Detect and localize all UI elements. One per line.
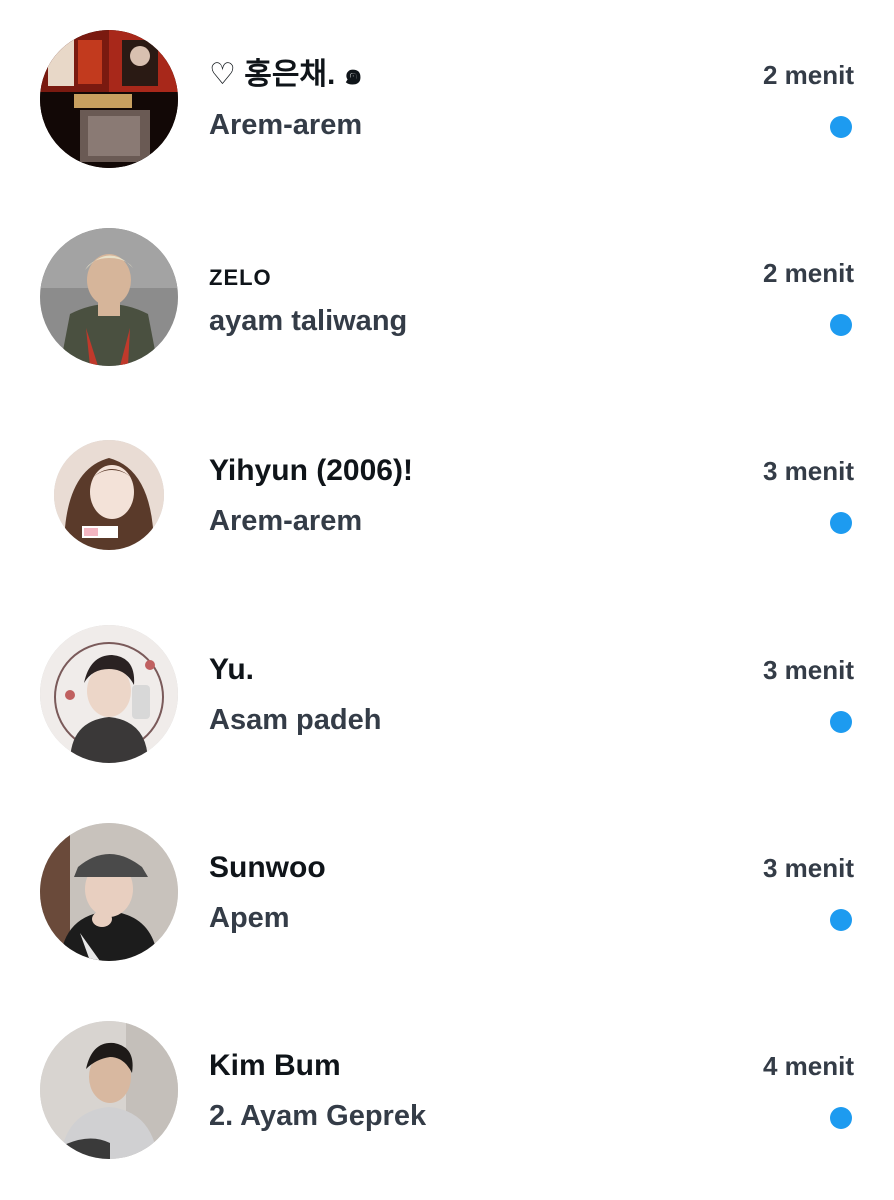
contact-name: ♡ 홍은채. ๑ (209, 58, 363, 91)
message-preview: Arem-arem (209, 505, 363, 537)
message-preview: Arem-arem (209, 109, 363, 141)
person-avatar-icon[interactable] (54, 440, 164, 550)
message-preview: Asam padeh (209, 704, 382, 736)
conversation-row[interactable]: Sunwoo Apem 3 menit (0, 793, 894, 991)
unread-indicator (830, 909, 852, 931)
message-preview: ayam taliwang (209, 305, 408, 337)
message-preview: 2. Ayam Geprek (209, 1100, 427, 1132)
contact-name: Yu. (209, 653, 255, 686)
timestamp: 4 menit (762, 1051, 854, 1081)
unread-indicator (830, 1107, 852, 1129)
conversation-row[interactable]: ♡ 홍은채. ๑ Arem-arem 2 menit (0, 0, 894, 198)
conversation-row[interactable]: Kim Bum 2. Ayam Geprek 4 menit (0, 991, 894, 1189)
conversation-row[interactable]: Yihyun (2006)! Arem-arem 3 menit (0, 396, 894, 594)
collage-avatar-icon[interactable] (40, 30, 178, 168)
contact-name: Sunwoo (209, 851, 326, 884)
timestamp: 3 menit (762, 853, 854, 883)
contact-name: Yihyun (2006)! (209, 454, 413, 487)
person-avatar-icon[interactable] (40, 625, 178, 763)
contact-name: Kim Bum (209, 1049, 341, 1082)
timestamp: 2 menit (762, 258, 854, 288)
conversation-list: ♡ 홍은채. ๑ Arem-arem 2 menit ZELO ayam tal… (0, 0, 894, 1200)
person-avatar-icon[interactable] (40, 228, 178, 366)
conversation-row[interactable]: Yu. Asam padeh 3 menit (0, 595, 894, 793)
unread-indicator (830, 711, 852, 733)
unread-indicator (830, 314, 852, 336)
unread-indicator (830, 116, 852, 138)
timestamp: 3 menit (762, 456, 854, 486)
contact-name: ZELO (209, 265, 272, 290)
conversation-row[interactable]: ZELO ayam taliwang 2 menit (0, 198, 894, 396)
timestamp: 2 menit (762, 60, 854, 90)
timestamp: 3 menit (762, 655, 854, 685)
person-avatar-icon[interactable] (40, 1021, 178, 1159)
person-avatar-icon[interactable] (40, 823, 178, 961)
message-preview: Apem (209, 902, 290, 934)
unread-indicator (830, 512, 852, 534)
